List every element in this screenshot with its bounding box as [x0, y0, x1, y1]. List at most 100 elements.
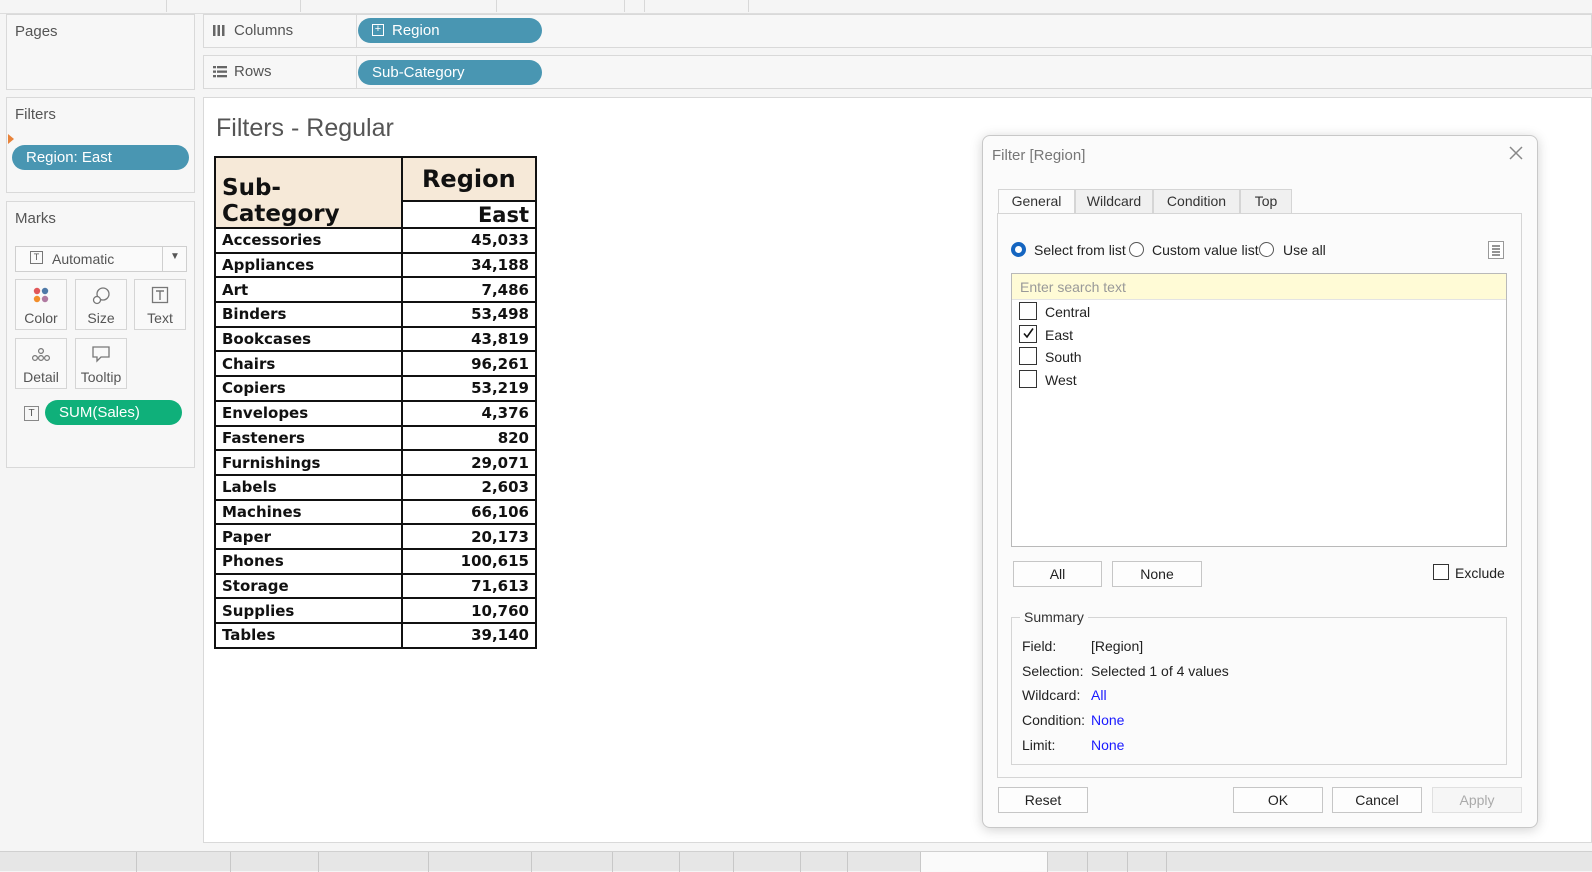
sheet-tabs-strip[interactable]: [0, 851, 1592, 872]
sales-value-cell[interactable]: 43,819: [400, 325, 538, 353]
value-label-east[interactable]: East: [1045, 327, 1073, 343]
sales-value-cell[interactable]: 96,261: [400, 350, 538, 378]
marks-tooltip-button[interactable]: Tooltip: [75, 338, 127, 389]
column-value-east[interactable]: East: [400, 200, 538, 229]
value-label-central[interactable]: Central: [1045, 304, 1090, 320]
column-header-region[interactable]: Region: [400, 156, 538, 202]
summary-legend: Summary: [1020, 609, 1088, 625]
list-menu-icon[interactable]: [1488, 241, 1504, 259]
sales-value-cell[interactable]: 7,486: [400, 276, 538, 304]
table-row: Phones 100,615: [214, 547, 538, 575]
sub-category-cell[interactable]: Bookcases: [214, 325, 403, 353]
sub-category-cell[interactable]: Binders: [214, 301, 403, 328]
columns-pill-region[interactable]: + Region: [358, 18, 542, 43]
marks-text-button[interactable]: Text: [134, 279, 186, 330]
exclude-checkbox[interactable]: [1433, 564, 1449, 580]
columns-shelf[interactable]: Columns + Region: [203, 14, 1592, 48]
tab-wildcard[interactable]: Wildcard: [1075, 189, 1153, 213]
filters-card[interactable]: Filters Region: East: [6, 97, 195, 193]
exclude-label[interactable]: Exclude: [1455, 565, 1505, 581]
summary-wildcard-link[interactable]: All: [1091, 687, 1107, 703]
sales-value-cell[interactable]: 66,106: [400, 498, 538, 526]
sales-value-cell[interactable]: 4,376: [400, 399, 538, 427]
radio-label-use-all[interactable]: Use all: [1283, 242, 1326, 258]
tab-general[interactable]: General: [998, 189, 1075, 214]
checkbox-east[interactable]: [1019, 325, 1037, 343]
table-row: Bookcases 43,819: [214, 325, 538, 353]
marks-color-button[interactable]: Color: [15, 279, 67, 330]
marks-size-button[interactable]: Size: [75, 279, 127, 330]
value-label-west[interactable]: West: [1045, 372, 1077, 388]
close-icon[interactable]: [1507, 142, 1525, 168]
sub-category-cell[interactable]: Paper: [214, 523, 403, 550]
marks-card[interactable]: Marks T Automatic ▼ Color Size Text Deta…: [6, 201, 195, 468]
none-button[interactable]: None: [1112, 561, 1202, 587]
radio-select-from-list[interactable]: [1011, 242, 1026, 257]
checkbox-west[interactable]: [1019, 370, 1037, 388]
sales-value-cell[interactable]: 820: [400, 424, 538, 452]
radio-use-all[interactable]: [1259, 242, 1274, 257]
values-listbox[interactable]: Enter search text Central East South Wes…: [1011, 273, 1507, 547]
expand-plus-icon[interactable]: +: [372, 24, 384, 36]
sub-category-cell[interactable]: Chairs: [214, 350, 403, 378]
sales-value-cell[interactable]: 45,033: [400, 227, 538, 254]
reset-button[interactable]: Reset: [998, 787, 1088, 813]
sales-value-cell[interactable]: 53,219: [400, 375, 538, 402]
marks-detail-button[interactable]: Detail: [15, 338, 67, 389]
summary-limit-link[interactable]: None: [1091, 737, 1124, 753]
table-row: Accessories 45,033: [214, 227, 538, 254]
sub-category-cell[interactable]: Furnishings: [214, 449, 403, 476]
tab-condition[interactable]: Condition: [1153, 189, 1240, 213]
search-input[interactable]: Enter search text: [1012, 274, 1506, 300]
marks-detail-label: Detail: [23, 369, 59, 385]
apply-button[interactable]: Apply: [1432, 787, 1522, 813]
sub-category-cell[interactable]: Supplies: [214, 597, 403, 624]
pages-card[interactable]: Pages: [6, 14, 195, 90]
rows-shelf[interactable]: Rows Sub-Category: [203, 55, 1592, 89]
ok-button[interactable]: OK: [1233, 787, 1323, 813]
summary-condition-link[interactable]: None: [1091, 712, 1124, 728]
radio-label-custom-value-list[interactable]: Custom value list: [1152, 242, 1259, 258]
table-row: Machines 66,106: [214, 498, 538, 526]
sub-category-cell[interactable]: Storage: [214, 572, 403, 600]
filter-region-dialog[interactable]: Filter [Region] General Wildcard Conditi…: [982, 135, 1538, 828]
checkbox-south[interactable]: [1019, 347, 1037, 365]
sales-value-cell[interactable]: 53,498: [400, 301, 538, 328]
sub-category-cell[interactable]: Envelopes: [214, 399, 403, 427]
active-sheet-tab[interactable]: [920, 852, 1048, 872]
filter-pill-region[interactable]: Region: East: [12, 145, 189, 170]
sub-category-cell[interactable]: Copiers: [214, 375, 403, 402]
summary-selection-label: Selection:: [1022, 663, 1084, 679]
dialog-title: Filter [Region]: [992, 147, 1086, 164]
row-header-sub-category[interactable]: Sub-Category: [214, 156, 403, 229]
sales-value-cell[interactable]: 34,188: [400, 251, 538, 279]
measure-pill-sum-sales[interactable]: SUM(Sales): [45, 400, 182, 425]
sales-value-cell[interactable]: 100,615: [400, 547, 538, 575]
radio-label-select-from-list[interactable]: Select from list: [1034, 242, 1126, 258]
sub-category-cell[interactable]: Accessories: [214, 227, 403, 254]
sales-value-cell[interactable]: 39,140: [400, 622, 538, 649]
sub-category-cell[interactable]: Appliances: [214, 251, 403, 279]
sales-value-cell[interactable]: 10,760: [400, 597, 538, 624]
sub-category-cell[interactable]: Tables: [214, 622, 403, 649]
summary-limit-label: Limit:: [1022, 737, 1056, 753]
sub-category-cell[interactable]: Machines: [214, 498, 403, 526]
mark-type-dropdown[interactable]: T Automatic ▼: [15, 246, 187, 272]
all-button[interactable]: All: [1013, 561, 1102, 587]
sales-value-cell[interactable]: 71,613: [400, 572, 538, 600]
sub-category-cell[interactable]: Fasteners: [214, 424, 403, 452]
sales-value-cell[interactable]: 2,603: [400, 473, 538, 501]
cancel-button[interactable]: Cancel: [1332, 787, 1422, 813]
pages-card-title: Pages: [15, 23, 58, 40]
sub-category-cell[interactable]: Phones: [214, 547, 403, 575]
tab-top[interactable]: Top: [1240, 189, 1292, 213]
sub-category-cell[interactable]: Labels: [214, 473, 403, 501]
checkbox-central[interactable]: [1019, 302, 1037, 320]
rows-pill-sub-category[interactable]: Sub-Category: [358, 60, 542, 85]
sales-value-cell[interactable]: 20,173: [400, 523, 538, 550]
sales-value-cell[interactable]: 29,071: [400, 449, 538, 476]
value-label-south[interactable]: South: [1045, 349, 1082, 365]
table-row: Paper 20,173: [214, 523, 538, 550]
sub-category-cell[interactable]: Art: [214, 276, 403, 304]
radio-custom-value-list[interactable]: [1129, 242, 1144, 257]
